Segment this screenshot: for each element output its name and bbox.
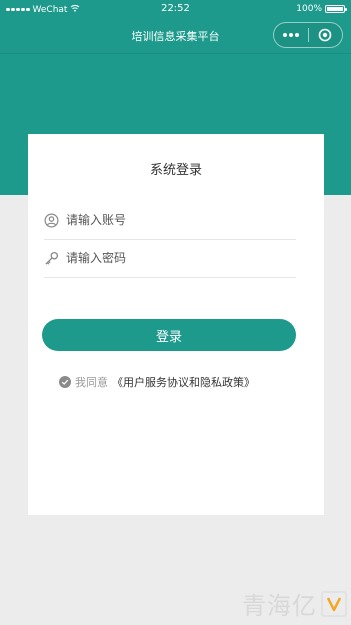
key-icon [44,251,66,266]
battery-percent: 100% [296,4,322,14]
password-field [44,239,296,278]
login-title: 系统登录 [149,163,202,178]
battery-icon [325,5,347,13]
login-button[interactable]: 登录 [42,319,296,351]
watermark-text: 青海亿 [242,592,317,620]
user-icon [44,213,66,228]
agree-prefix: 我同意 [75,376,108,389]
close-miniprogram-icon[interactable] [308,28,342,42]
agreement-link[interactable]: 《用户服务协议和隐私政策》 [112,374,255,390]
watermark: 青海亿 [242,586,347,621]
login-card: 系统登录 登录 我同意 《用户服务协议和隐私政策》 [28,134,324,515]
account-input[interactable] [66,213,286,227]
agreement-row: 我同意 《用户服务协议和隐私政策》 [59,374,255,390]
watermark-logo-icon [321,590,347,617]
password-input[interactable] [66,251,286,265]
check-circle-icon[interactable] [59,376,71,388]
miniprogram-capsule [273,22,343,48]
nav-divider [0,53,351,54]
account-field [44,201,296,240]
more-options-icon[interactable] [274,33,308,37]
status-bar: WeChat 22:52 100% [0,0,351,20]
status-right: 100% [296,4,347,14]
